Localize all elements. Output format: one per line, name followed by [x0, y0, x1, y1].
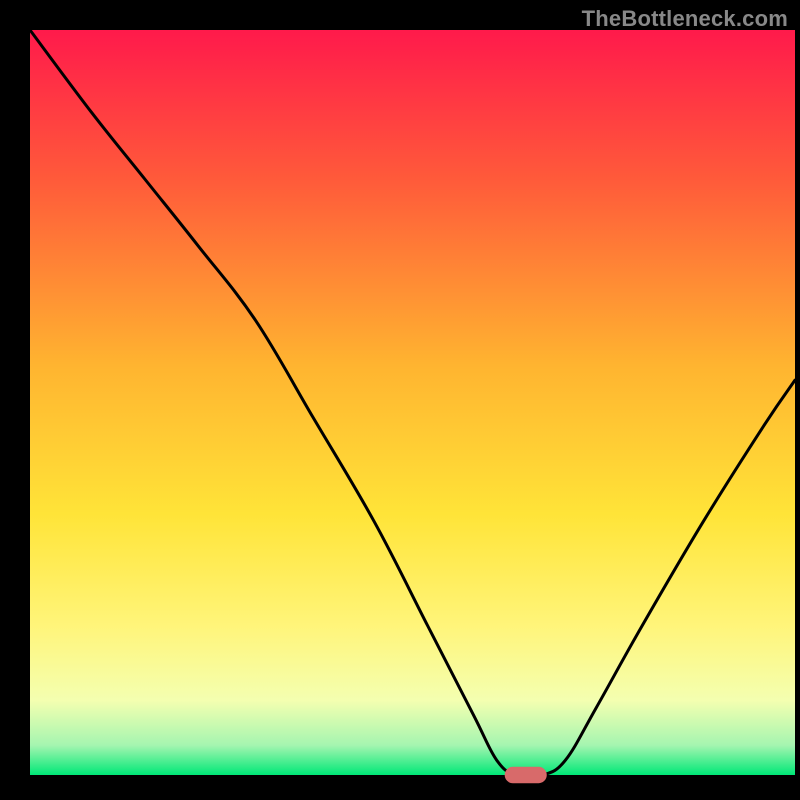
chart-container: { "watermark": "TheBottleneck.com", "cha…: [0, 0, 800, 800]
plot-background: [30, 30, 795, 775]
optimal-marker: [505, 767, 547, 783]
bottleneck-chart: [0, 0, 800, 800]
watermark-text: TheBottleneck.com: [582, 6, 788, 32]
